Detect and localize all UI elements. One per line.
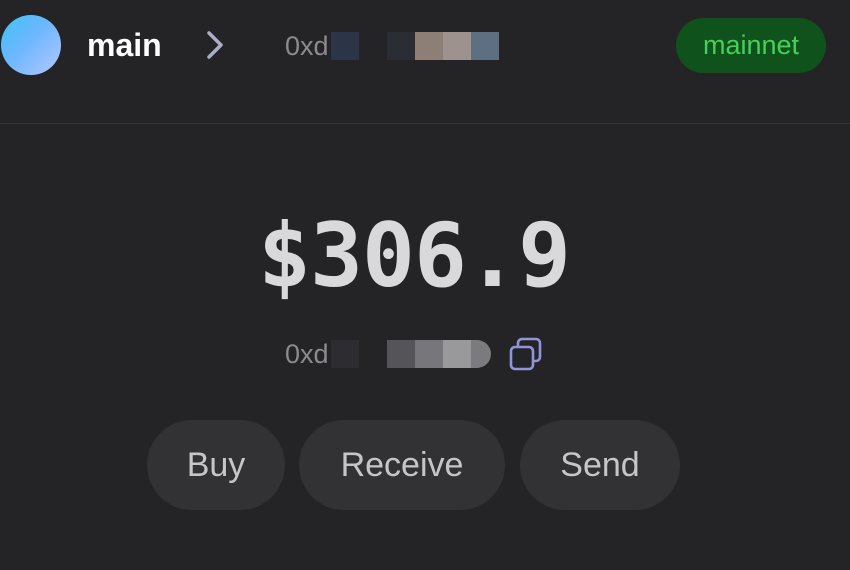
account-avatar[interactable] — [1, 15, 61, 75]
wallet-header: main 0xd mainnet — [0, 0, 850, 124]
header-address-prefix: 0xd — [285, 30, 329, 61]
wallet-address[interactable]: 0xd — [285, 336, 491, 372]
network-badge[interactable]: mainnet — [676, 18, 826, 73]
send-button[interactable]: Send — [520, 420, 680, 510]
redacted-address — [330, 32, 499, 60]
chevron-right-icon[interactable] — [200, 28, 230, 62]
copy-icon[interactable] — [509, 337, 543, 371]
wallet-actions: Buy Receive Send — [0, 420, 850, 510]
wallet-address-prefix: 0xd — [285, 338, 329, 369]
redacted-wallet-address — [330, 340, 491, 368]
receive-button[interactable]: Receive — [299, 420, 505, 510]
header-address[interactable]: 0xd — [285, 29, 499, 63]
wallet-balance: $306.9 — [258, 204, 571, 307]
buy-button[interactable]: Buy — [147, 420, 285, 510]
account-name[interactable]: main — [87, 26, 162, 64]
